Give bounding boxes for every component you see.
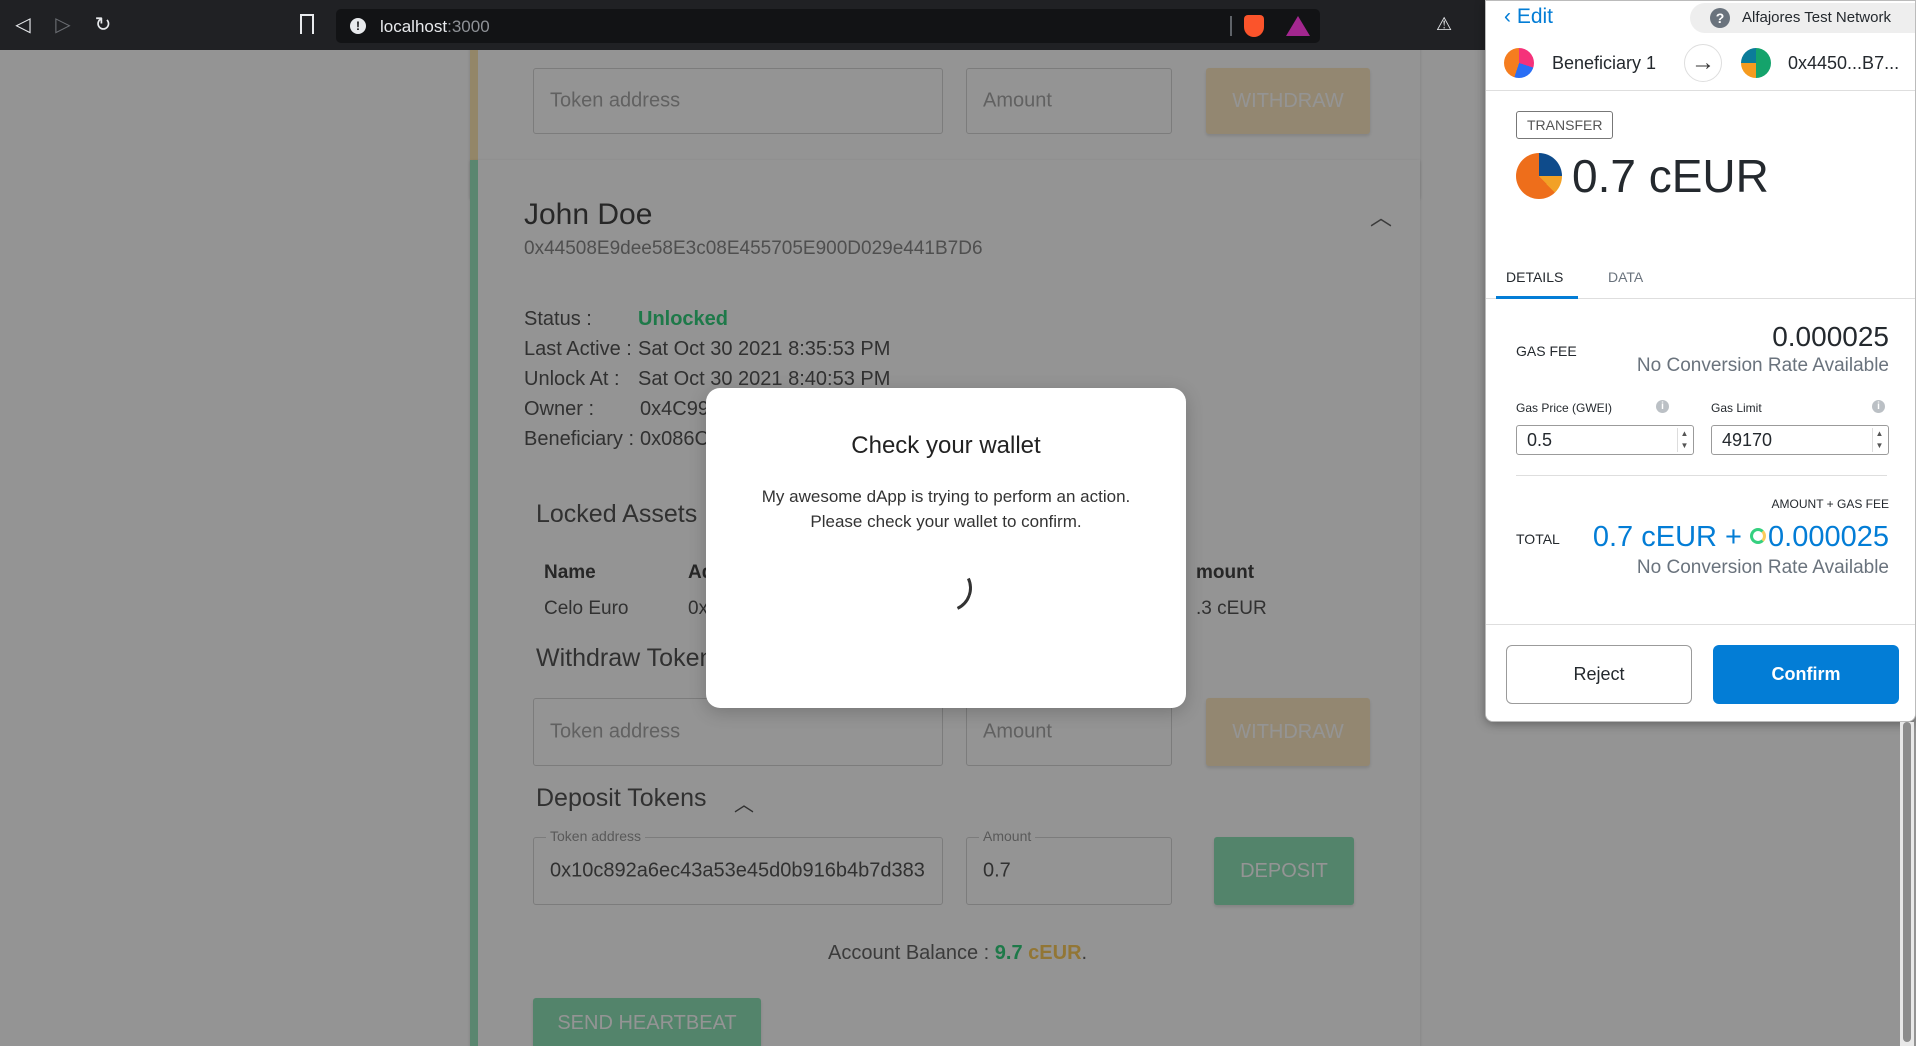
wallet-footer: Reject Confirm [1486,624,1915,721]
details-divider [1516,475,1887,476]
modal-title: Check your wallet [851,432,1041,459]
recipient-address[interactable]: 0x4450...B7... [1788,53,1899,74]
address-bar[interactable]: ! localhost:3000 [336,9,1320,43]
gas-limit-info-icon[interactable]: i [1872,400,1885,413]
transfer-badge: TRANSFER [1516,111,1614,139]
tab-details[interactable]: DETAILS [1506,269,1563,285]
celo-icon [1750,528,1767,544]
site-info-icon[interactable]: ! [350,18,366,34]
transaction-summary: TRANSFER 0.7 cEUR [1486,91,1915,255]
gas-limit-label: Gas Limit [1711,401,1762,415]
total-label: TOTAL [1516,531,1560,547]
network-label: Alfajores Test Network [1742,9,1891,26]
gas-fee-value: 0.000025 [1772,321,1889,352]
scrollbar-thumb[interactable] [1903,722,1911,1042]
edit-link[interactable]: ‹ Edit [1504,5,1553,29]
wallet-popup: ‹ Edit ? Alfajores Test Network Benefici… [1485,0,1916,722]
modal-message-line-1: My awesome dApp is trying to perform an … [761,487,1131,506]
gas-price-stepper[interactable]: ▲ ▼ [1677,428,1691,452]
forward-icon[interactable]: ▷ [50,12,76,38]
gas-limit-input[interactable]: 49170 ▲ ▼ [1711,425,1889,455]
url-port: :3000 [447,17,490,36]
loading-spinner-icon [917,557,979,619]
amount-gas-fee-label: AMOUNT + GAS FEE [1771,497,1889,511]
reject-button[interactable]: Reject [1506,645,1692,704]
url-host: localhost [380,17,448,36]
modal-message-line-2: Please check your wallet to confirm. [810,512,1082,531]
check-wallet-modal: Check your wallet My awesome dApp is try… [706,388,1186,708]
gas-price-label: Gas Price (GWEI) [1516,401,1613,415]
details-panel: GAS FEE 0.000025 No Conversion Rate Avai… [1486,299,1915,624]
network-selector[interactable]: ? Alfajores Test Network [1690,3,1915,33]
tab-data[interactable]: DATA [1608,269,1643,285]
urlbar-divider [1230,16,1232,36]
sender-name: Beneficiary 1 [1552,53,1657,73]
transfer-amount: 0.7 cEUR [1572,150,1769,202]
chevron-left-icon: ‹ [1504,5,1517,28]
gas-limit-value: 49170 [1722,430,1773,450]
gas-price-value: 0.5 [1527,430,1553,450]
page-scrollbar[interactable] [1900,722,1914,1046]
reload-icon[interactable]: ↻ [90,12,116,38]
recipient-identicon-icon [1741,48,1771,78]
gas-price-input[interactable]: 0.5 ▲ ▼ [1516,425,1694,455]
gas-price-info-icon[interactable]: i [1656,400,1669,413]
arrow-right-icon: → [1684,44,1722,82]
network-help-icon: ? [1710,8,1730,28]
total-value: 0.7 cEUR + 0.000025 [1593,521,1889,554]
bookmark-icon[interactable] [300,14,314,34]
url-text[interactable]: localhost:3000 [380,17,490,37]
ceur-token-icon [1516,153,1562,199]
back-icon[interactable]: ◁ [10,12,36,38]
extension-icon[interactable]: ⚠ [1436,14,1458,36]
sender-identicon-icon [1504,48,1534,78]
sender-recipient: Beneficiary 1 → 0x4450...B7... [1486,35,1915,91]
modal-message: My awesome dApp is trying to perform an … [706,484,1186,534]
brave-shields-icon[interactable] [1244,15,1264,37]
edit-label: Edit [1516,5,1554,28]
total-conversion: No Conversion Rate Available [1636,557,1889,578]
confirm-button[interactable]: Confirm [1713,645,1899,704]
gas-fee-label: GAS FEE [1516,343,1577,359]
gas-limit-stepper[interactable]: ▲ ▼ [1872,428,1886,452]
wallet-tabs: DETAILS DATA [1486,255,1915,299]
total-amount: 0.7 cEUR + [1592,521,1742,553]
wallet-header: ‹ Edit ? Alfajores Test Network [1486,1,1915,35]
total-fee: 0.000025 [1768,521,1889,553]
brave-rewards-icon[interactable] [1286,16,1310,36]
gas-fee-conversion: No Conversion Rate Available [1636,355,1889,376]
